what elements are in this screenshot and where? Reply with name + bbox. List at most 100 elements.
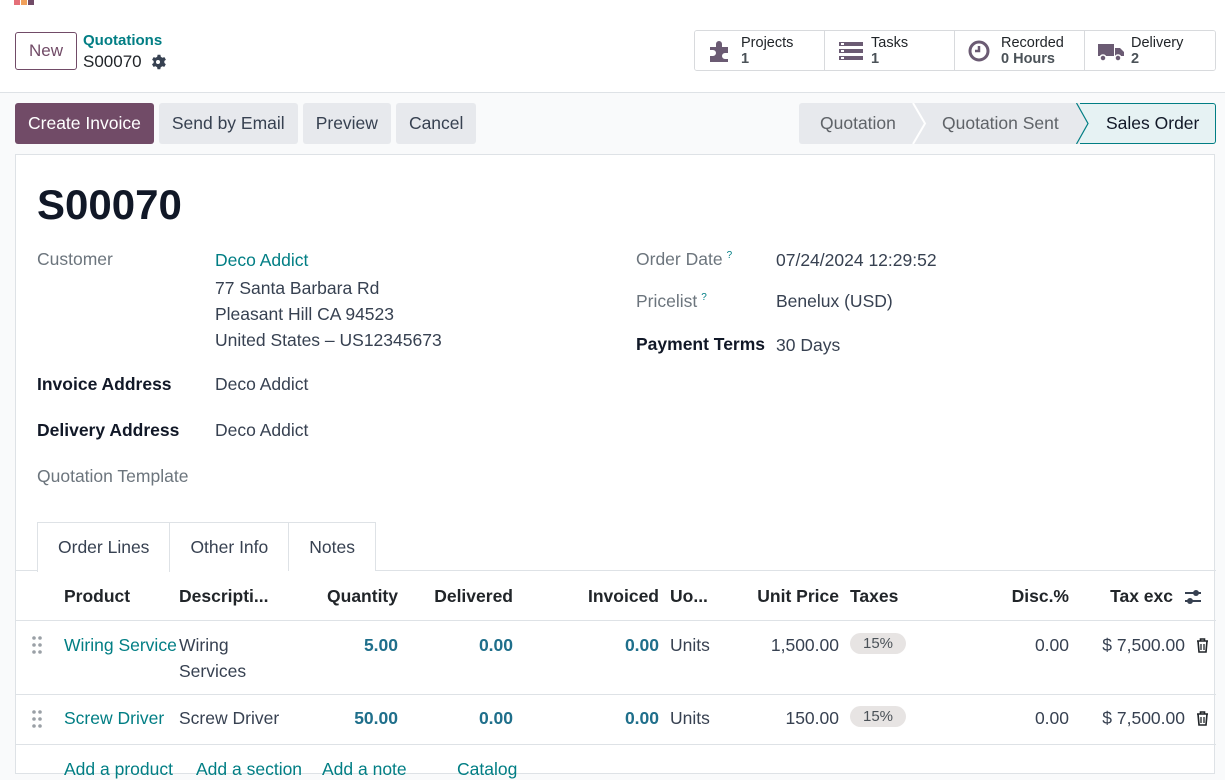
tax-badge[interactable]: 15% xyxy=(850,706,907,727)
truck-icon xyxy=(1098,43,1124,62)
payment-terms-label: Payment Terms xyxy=(636,334,766,354)
projects-label: Projects xyxy=(741,34,794,51)
invoice-address-field[interactable]: Deco Addict xyxy=(215,374,308,395)
delivered-cell[interactable]: 0.00 xyxy=(479,635,513,656)
column-settings-icon[interactable] xyxy=(1184,588,1202,606)
help-tooltip-icon[interactable]: ? xyxy=(727,250,733,261)
drag-handle-icon[interactable] xyxy=(32,710,42,728)
drag-handle-icon[interactable] xyxy=(32,636,42,654)
customer-address-line: 77 Santa Barbara Rd xyxy=(215,278,380,298)
stage-sales-order-label: Sales Order xyxy=(1106,113,1200,133)
tab-notes[interactable]: Notes xyxy=(289,522,376,571)
customer-address-line: Pleasant Hill CA 94523 xyxy=(215,304,394,324)
delivery-label: Delivery xyxy=(1131,34,1184,51)
tasks-count: 1 xyxy=(871,50,880,67)
delivery-address-label: Delivery Address xyxy=(37,420,180,440)
description-cell[interactable]: Wiring xyxy=(179,635,229,656)
subtotal-cell: $ 7,500.00 xyxy=(1102,708,1185,728)
pricelist-label-text: Pricelist xyxy=(636,291,698,311)
add-note-link[interactable]: Add a note xyxy=(322,759,407,780)
breadcrumb-quotations[interactable]: Quotations xyxy=(83,32,162,49)
col-unit-price[interactable]: Unit Price xyxy=(757,586,839,607)
tasks-smart-button[interactable]: Tasks 1 xyxy=(825,31,955,70)
product-cell[interactable]: Wiring Service xyxy=(64,635,177,656)
unit-price-cell[interactable]: 1,500.00 xyxy=(771,635,839,656)
smart-buttons: Projects 1 Tasks 1 Recorded 0 Hours Deliver… xyxy=(694,30,1216,71)
uom-cell[interactable]: Units xyxy=(670,635,710,656)
create-invoice-button[interactable]: Create Invoice xyxy=(15,103,154,144)
stage-active-arrow xyxy=(1075,103,1089,144)
add-product-link[interactable]: Add a product xyxy=(64,759,173,780)
table-header: Product Descripti... Quantity Delivered … xyxy=(16,571,1216,621)
pricelist-field[interactable]: Benelux (USD) xyxy=(776,291,893,312)
trash-icon[interactable] xyxy=(1196,711,1209,726)
uom-cell[interactable]: Units xyxy=(670,708,710,729)
delivered-cell[interactable]: 0.00 xyxy=(479,708,513,729)
product-cell[interactable]: Screw Driver xyxy=(64,708,164,729)
discount-cell[interactable]: 0.00 xyxy=(1035,708,1069,729)
puzzle-icon xyxy=(710,40,728,62)
customer-address-line: United States – US12345673 xyxy=(215,330,442,350)
col-quantity[interactable]: Quantity xyxy=(327,586,398,607)
discount-cell[interactable]: 0.00 xyxy=(1035,635,1069,656)
description-cell[interactable]: Services xyxy=(179,661,246,682)
cancel-button[interactable]: Cancel xyxy=(395,103,477,144)
preview-button[interactable]: Preview xyxy=(302,103,391,144)
col-taxes[interactable]: Taxes xyxy=(850,586,898,607)
col-product[interactable]: Product xyxy=(64,586,130,607)
catalog-link[interactable]: Catalog xyxy=(457,759,517,780)
col-uom[interactable]: Uo... xyxy=(670,586,708,607)
table-row[interactable]: Screw Driver Screw Driver 50.00 0.00 0.0… xyxy=(16,695,1216,745)
col-subtotal[interactable]: Tax exc xyxy=(1110,586,1173,607)
statusbar: Quotation Quotation Sent Sales Order xyxy=(799,103,1216,144)
customer-link[interactable]: Deco Addict xyxy=(215,250,308,271)
subtotal-cell: $ 7,500.00 xyxy=(1102,635,1185,655)
projects-count: 1 xyxy=(741,50,750,67)
breadcrumb-current: S00070 xyxy=(83,52,166,72)
order-date-label-text: Order Date xyxy=(636,249,723,269)
stage-quotation-sent[interactable]: Quotation Sent xyxy=(917,103,1080,144)
recorded-label: Recorded xyxy=(1001,34,1064,51)
tasks-icon xyxy=(839,41,863,60)
delivery-smart-button[interactable]: Delivery 2 xyxy=(1085,31,1215,70)
invoiced-cell: 0.00 xyxy=(624,708,659,728)
tab-order-lines[interactable]: Order Lines xyxy=(37,522,171,572)
stage-quotation[interactable]: Quotation xyxy=(799,103,917,144)
stage-quotation-sent-label: Quotation Sent xyxy=(942,113,1059,133)
payment-terms-field[interactable]: 30 Days xyxy=(776,335,840,356)
add-section-link[interactable]: Add a section xyxy=(196,759,302,780)
quantity-cell[interactable]: 5.00 xyxy=(364,635,398,656)
projects-smart-button[interactable]: Projects 1 xyxy=(695,31,825,70)
col-discount[interactable]: Disc.% xyxy=(1012,586,1069,607)
trash-icon[interactable] xyxy=(1196,638,1209,653)
recorded-smart-button[interactable]: Recorded 0 Hours xyxy=(955,31,1085,70)
stage-sales-order[interactable]: Sales Order xyxy=(1080,103,1216,144)
col-delivered[interactable]: Delivered xyxy=(434,586,513,607)
unit-price-cell[interactable]: 150.00 xyxy=(785,708,839,729)
invoice-address-label: Invoice Address xyxy=(37,374,172,394)
stage-separator xyxy=(912,103,927,144)
quantity-cell[interactable]: 50.00 xyxy=(354,708,398,729)
col-invoiced[interactable]: Invoiced xyxy=(588,586,659,607)
col-description[interactable]: Descripti... xyxy=(179,586,268,607)
tab-other-info[interactable]: Other Info xyxy=(170,522,290,571)
order-date-label: Order Date? xyxy=(636,249,732,270)
clock-icon xyxy=(968,40,990,61)
tasks-label: Tasks xyxy=(871,34,909,51)
invoiced-cell: 0.00 xyxy=(624,635,659,655)
control-panel: New Quotations S00070 Projects 1 Tasks 1 R… xyxy=(0,5,1225,93)
quotation-template-label: Quotation Template xyxy=(37,466,189,486)
new-button[interactable]: New xyxy=(15,32,77,70)
recorded-hours: 0 Hours xyxy=(1001,50,1055,67)
order-date-field[interactable]: 07/24/2024 12:29:52 xyxy=(776,250,937,271)
breadcrumb-current-label: S00070 xyxy=(83,52,142,71)
customer-label: Customer xyxy=(37,249,113,269)
description-cell[interactable]: Screw Driver xyxy=(179,708,279,729)
gear-icon[interactable] xyxy=(150,54,166,70)
help-tooltip-icon[interactable]: ? xyxy=(701,292,707,303)
tax-badge[interactable]: 15% xyxy=(850,633,907,654)
table-row[interactable]: Wiring Service Wiring Services 5.00 0.00… xyxy=(16,621,1216,695)
send-email-button[interactable]: Send by Email xyxy=(158,103,298,144)
delivery-address-field[interactable]: Deco Addict xyxy=(215,420,308,441)
app-logo-icon[interactable] xyxy=(14,0,40,7)
